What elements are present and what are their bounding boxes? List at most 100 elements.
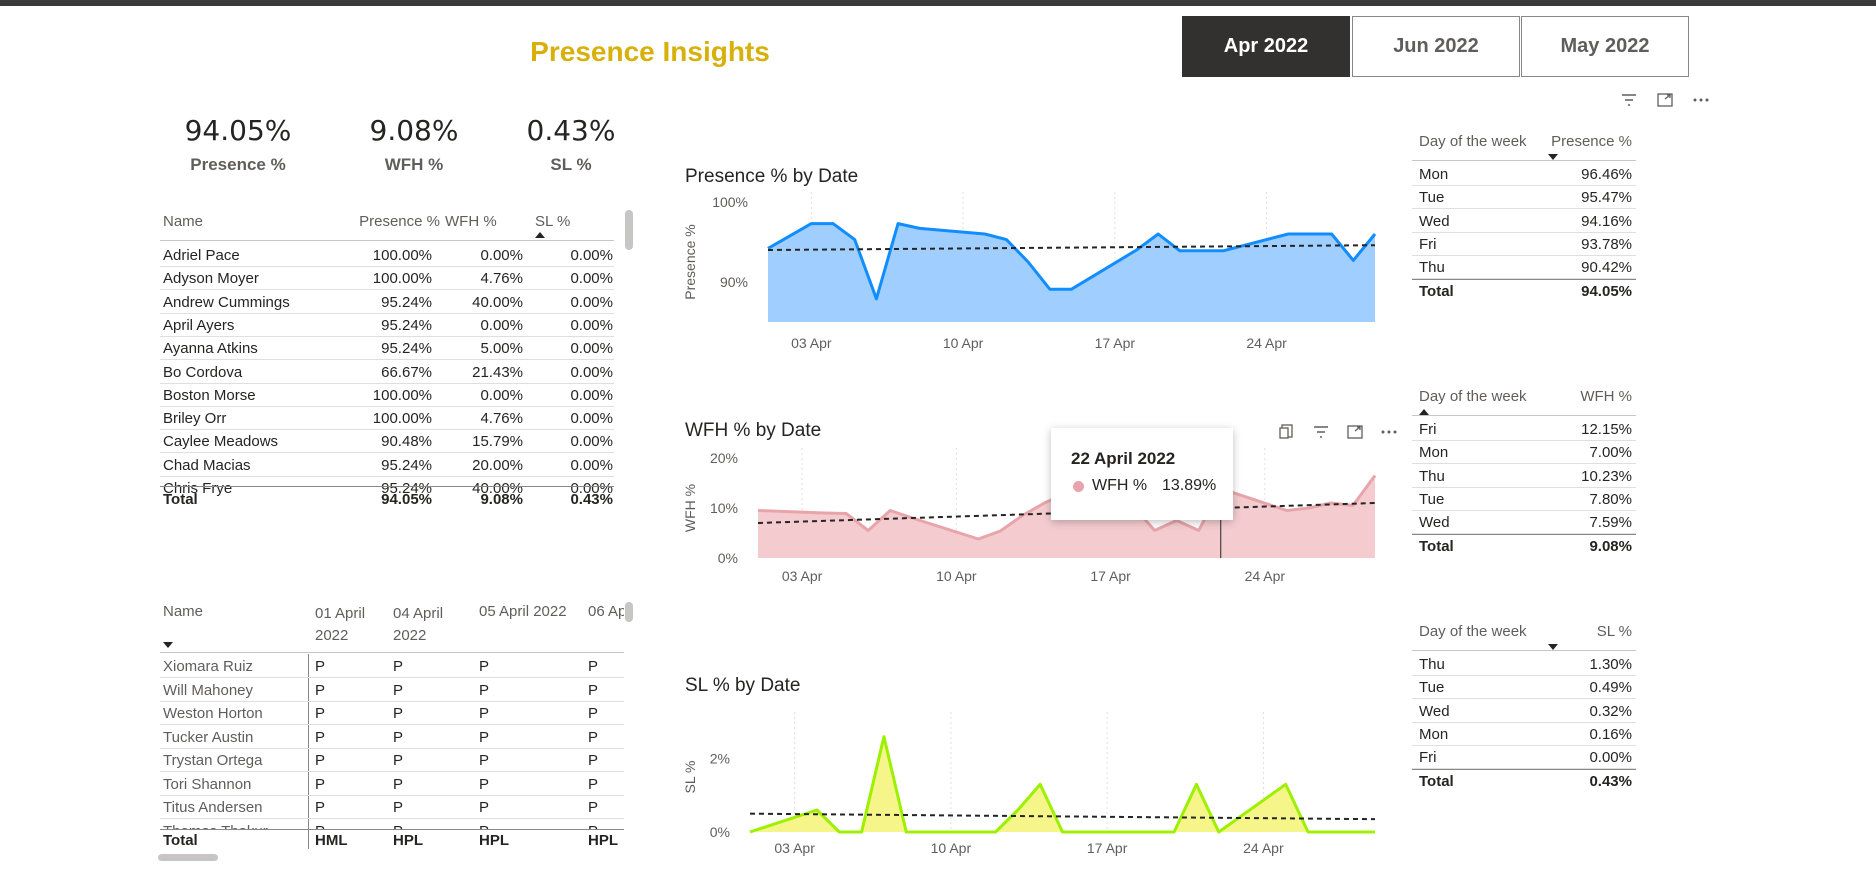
filter-icon[interactable]: [1312, 424, 1330, 440]
table-row[interactable]: Wed 7.59%: [1412, 511, 1636, 535]
data-point[interactable]: [748, 830, 752, 834]
matrix-row[interactable]: Titus Andersen P P P P: [160, 796, 624, 819]
data-point[interactable]: [1351, 830, 1355, 834]
table-row[interactable]: Fri 93.78%: [1412, 233, 1636, 256]
data-point[interactable]: [1373, 474, 1377, 478]
data-point[interactable]: [1373, 830, 1377, 834]
data-point[interactable]: [1330, 232, 1334, 236]
table-row[interactable]: Ayanna Atkins 95.24% 5.00% 0.00%: [160, 337, 614, 361]
data-point[interactable]: [822, 511, 826, 515]
table-row[interactable]: Tue 0.49%: [1412, 676, 1636, 700]
column-header-metric[interactable]: WFH %: [1532, 388, 1632, 405]
copy-icon[interactable]: [1278, 424, 1296, 440]
data-point[interactable]: [1306, 830, 1310, 834]
matrix-header-date[interactable]: 01 April 2022: [315, 603, 385, 647]
data-point[interactable]: [896, 222, 900, 226]
column-header-presence[interactable]: Presence %: [340, 213, 440, 230]
table-row[interactable]: Thu 1.30%: [1412, 653, 1636, 676]
data-point[interactable]: [1221, 249, 1225, 253]
data-point[interactable]: [983, 232, 987, 236]
presence-by-date-chart[interactable]: Presence % 90% 100% 03 Apr 10 Apr 17 Apr 24 Ap…: [680, 190, 1390, 355]
data-point[interactable]: [1150, 830, 1154, 834]
matrix-row[interactable]: Weston Horton P P P P: [160, 702, 624, 725]
data-point[interactable]: [1197, 529, 1201, 533]
data-point[interactable]: [860, 830, 864, 834]
data-point[interactable]: [756, 509, 760, 513]
focus-mode-icon[interactable]: [1346, 424, 1364, 440]
matrix-header-name[interactable]: Name: [163, 603, 203, 620]
wfh-by-date-chart[interactable]: WFH % 0% 10% 20% 03 Apr 10 Apr 17 Apr 24 Apr: [680, 446, 1390, 588]
data-point[interactable]: [998, 529, 1002, 533]
data-point[interactable]: [1307, 506, 1311, 510]
matrix-row[interactable]: Tori Shannon P P P P: [160, 773, 624, 796]
data-point[interactable]: [1048, 287, 1052, 291]
column-header-day[interactable]: Day of the week: [1419, 623, 1527, 640]
data-point[interactable]: [1127, 830, 1131, 834]
data-point[interactable]: [809, 222, 813, 226]
data-point[interactable]: [1178, 249, 1182, 253]
data-point[interactable]: [874, 297, 878, 301]
column-header-day[interactable]: Day of the week: [1419, 388, 1527, 405]
data-point[interactable]: [1217, 830, 1221, 834]
column-header-day[interactable]: Day of the week: [1419, 133, 1527, 150]
data-point[interactable]: [888, 509, 892, 513]
table-row[interactable]: Adriel Pace 100.00% 0.00% 0.00%: [160, 244, 614, 267]
table-row[interactable]: Boston Morse 100.00% 0.00% 0.00%: [160, 384, 614, 407]
data-point[interactable]: [971, 830, 975, 834]
table-row[interactable]: Tue 7.80%: [1412, 488, 1636, 511]
table-row[interactable]: Mon 0.16%: [1412, 723, 1636, 746]
filter-icon[interactable]: [1620, 92, 1638, 108]
matrix-header-date[interactable]: 06 Ap: [588, 603, 624, 620]
data-point[interactable]: [1156, 232, 1160, 236]
table-row[interactable]: Andrew Cummings 95.24% 40.00% 0.00%: [160, 291, 614, 314]
slicer-button-apr-2022[interactable]: Apr 2022: [1182, 16, 1350, 77]
data-point[interactable]: [1172, 830, 1176, 834]
matrix-header-date[interactable]: 05 April 2022: [479, 603, 567, 620]
data-point[interactable]: [815, 808, 819, 812]
column-header-metric[interactable]: Presence %: [1532, 133, 1632, 150]
data-point[interactable]: [1284, 782, 1288, 786]
slicer-button-jun-2022[interactable]: Jun 2022: [1352, 16, 1520, 77]
table-row[interactable]: Fri 12.15%: [1412, 418, 1636, 441]
data-point[interactable]: [1351, 258, 1355, 262]
focus-mode-icon[interactable]: [1656, 92, 1674, 108]
sl-by-date-chart[interactable]: SL % 0% 2% 03 Apr 10 Apr 17 Apr 24 Apr: [680, 710, 1390, 860]
matrix-row[interactable]: Xiomara Ruiz P P P P: [160, 655, 624, 678]
data-point[interactable]: [1285, 509, 1289, 513]
more-options-icon[interactable]: [1380, 424, 1398, 440]
data-point[interactable]: [1016, 808, 1020, 812]
matrix-header-date[interactable]: 04 April 2022: [393, 603, 463, 647]
matrix-scrollbar-vertical[interactable]: [625, 602, 633, 622]
data-point[interactable]: [1061, 830, 1065, 834]
data-point[interactable]: [837, 830, 841, 834]
data-point[interactable]: [994, 830, 998, 834]
data-point[interactable]: [1135, 248, 1139, 252]
table-row[interactable]: Adyson Moyer 100.00% 4.76% 0.00%: [160, 267, 614, 291]
data-point[interactable]: [1042, 501, 1046, 505]
slicer-button-may-2022[interactable]: May 2022: [1521, 16, 1689, 77]
table-row[interactable]: Mon 96.46%: [1412, 163, 1636, 186]
table-row[interactable]: Thu 90.42%: [1412, 256, 1636, 280]
data-point[interactable]: [1070, 287, 1074, 291]
column-header-wfh[interactable]: WFH %: [445, 213, 497, 230]
matrix-row[interactable]: Trystan Ortega P P P P: [160, 749, 624, 772]
column-header-sl[interactable]: SL %: [535, 213, 570, 230]
table-row[interactable]: Bo Cordova 66.67% 21.43% 0.00%: [160, 361, 614, 384]
column-header-name[interactable]: Name: [163, 213, 203, 230]
table-row[interactable]: Wed 0.32%: [1412, 700, 1636, 723]
data-point[interactable]: [1153, 529, 1157, 533]
data-point[interactable]: [976, 537, 980, 541]
more-options-icon[interactable]: [1692, 92, 1710, 108]
table-row[interactable]: April Ayers 95.24% 0.00% 0.00%: [160, 314, 614, 337]
table-row[interactable]: Caylee Meadows 90.48% 15.79% 0.00%: [160, 430, 614, 454]
data-point[interactable]: [853, 238, 857, 242]
data-point[interactable]: [882, 735, 886, 739]
data-point[interactable]: [1373, 232, 1377, 236]
data-point[interactable]: [904, 830, 908, 834]
data-point[interactable]: [1200, 249, 1204, 253]
data-point[interactable]: [918, 226, 922, 230]
data-point[interactable]: [1038, 782, 1042, 786]
table-row[interactable]: Tue 95.47%: [1412, 186, 1636, 210]
matrix-scrollbar-horizontal[interactable]: [158, 854, 218, 861]
employee-table-scrollbar[interactable]: [625, 210, 633, 250]
